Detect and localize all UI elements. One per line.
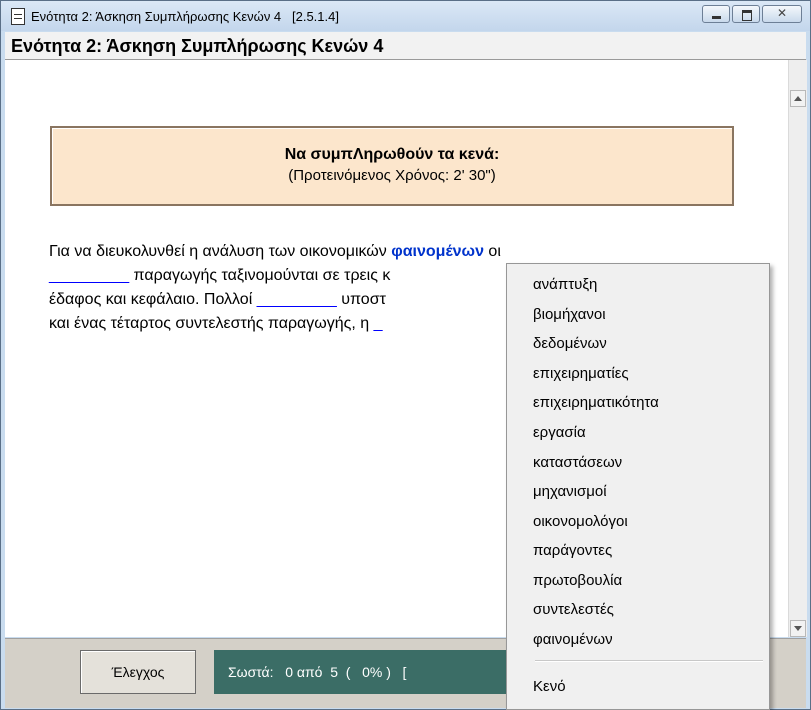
heading-bar: Ενότητα 2: Άσκηση Συμπλήρωσης Κενών 4 (5, 32, 806, 60)
minimize-button[interactable] (702, 5, 730, 23)
score-display: Σωστά: 0 από 5 ( 0% ) [ (214, 650, 544, 694)
menu-item[interactable]: δεδομένων (509, 330, 767, 358)
menu-item[interactable]: παράγοντες (509, 537, 767, 565)
menu-item[interactable]: καταστάσεων (509, 449, 767, 477)
word-choice-menu: ανάπτυξη βιομήχανοι δεδομένων επιχειρημα… (506, 263, 770, 710)
text-fragment: Για να διευκολυνθεί η ανάλυση των οικονο… (49, 243, 392, 260)
text-line-1: Για να διευκολυνθεί η ανάλυση των οικονο… (49, 240, 749, 264)
blank-field[interactable]: _________ (49, 267, 129, 284)
blank-field[interactable]: _ (374, 315, 383, 332)
instruction-box: Να συμπΛηρωθούν τα κενά: (Προτεινόμενος … (50, 126, 734, 206)
scroll-down-arrow-icon[interactable] (790, 620, 806, 637)
text-fragment: έδαφος και κεφάλαιο. Πολλοί (49, 291, 257, 308)
maximize-button[interactable] (732, 5, 760, 23)
scroll-up-arrow-icon[interactable] (790, 90, 806, 107)
blank-field[interactable]: _________ (257, 291, 337, 308)
close-button[interactable] (762, 5, 802, 23)
instruction-subtitle: (Προτεινόμενος Χρόνος: 2' 30") (288, 167, 496, 184)
text-fragment: και ένας τέταρτος συντελεστής παραγωγής,… (49, 315, 374, 332)
text-fragment: παραγωγής ταξινομούνται σε τρεις κ (129, 267, 391, 284)
menu-item[interactable]: ανάπτυξη (509, 271, 767, 299)
menu-item-empty[interactable]: Κενό (509, 673, 767, 701)
check-button[interactable]: Έλεγχος (80, 650, 196, 694)
page-title: Ενότητα 2: Άσκηση Συμπλήρωσης Κενών 4 (11, 36, 384, 56)
menu-item[interactable]: πρωτοβουλία (509, 567, 767, 595)
menu-item[interactable]: συντελεστές (509, 596, 767, 624)
filled-blank[interactable]: φαινομένων (391, 243, 484, 260)
text-fragment: υποστ (336, 291, 386, 308)
menu-item[interactable]: επιχειρηματίες (509, 360, 767, 388)
title-bar[interactable]: Ενότητα 2: Άσκηση Συμπλήρωσης Κενών 4 [2… (1, 1, 810, 31)
vertical-scrollbar[interactable] (788, 60, 807, 637)
menu-item[interactable]: μηχανισμοί (509, 478, 767, 506)
menu-item[interactable]: φαινομένων (509, 626, 767, 654)
menu-item[interactable]: εργασία (509, 419, 767, 447)
window-controls (700, 5, 802, 23)
text-fragment: οι (483, 243, 501, 260)
menu-item[interactable]: οικονομολόγοι (509, 508, 767, 536)
instruction-title: Να συμπΛηρωθούν τα κενά: (284, 146, 500, 163)
menu-separator (535, 660, 763, 662)
document-icon (11, 8, 25, 25)
window-title: Ενότητα 2: Άσκηση Συμπλήρωσης Κενών 4 [2… (31, 9, 339, 24)
menu-item[interactable]: επιχειρηματικότητα (509, 389, 767, 417)
menu-item[interactable]: βιομήχανοι (509, 301, 767, 329)
